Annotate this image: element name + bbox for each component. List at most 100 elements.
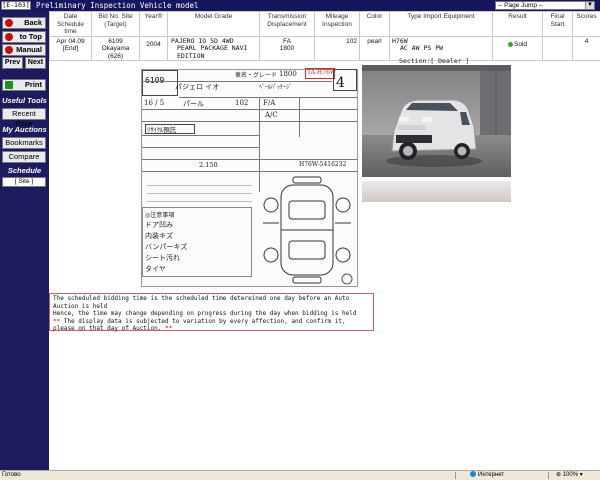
zoom-control[interactable]: ⊕ 100% ▾	[556, 471, 583, 480]
cell-transmission: FA 1800	[259, 35, 315, 61]
notice-line-3: ** The display data is subjected to vari…	[53, 318, 370, 333]
manual-icon	[5, 46, 13, 54]
sheet-recycle: 2.150	[199, 161, 218, 169]
header-type: Type Import Equipment	[389, 11, 493, 37]
sheet-displacement: 1800	[279, 70, 297, 78]
recent-price-link[interactable]: Recent Price	[2, 108, 46, 128]
manual-button[interactable]: Manual	[2, 44, 46, 56]
schedule-heading: Schedule	[7, 166, 42, 175]
car-diagram-icon	[263, 176, 353, 285]
useful-tools-heading: Useful Tools	[2, 96, 47, 105]
sheet-mileage-hw: 102	[235, 99, 249, 107]
equipment-value: AC AW PS PW	[400, 44, 444, 52]
notice-line-2: Hence, the time may change depending on …	[53, 310, 357, 317]
header-date: Date Schedule time	[49, 11, 92, 37]
result-value: Sold	[513, 40, 527, 48]
prev-button[interactable]: Prev	[2, 57, 23, 69]
sheet-line-1: ドア凹み	[145, 221, 173, 229]
page-jump-value: -- Page Jump --	[498, 2, 544, 9]
back-button[interactable]: Back	[2, 17, 46, 29]
cell-model: PAJERO IO 5D 4WD PEARL PACKAGE NAVI EDIT…	[167, 35, 260, 61]
status-zone-label: Интернет	[478, 472, 505, 478]
page-title: Preliminary Inspection Vehicle model	[36, 1, 199, 10]
cell-color: pearl	[359, 35, 390, 61]
vehicle-photo-icon	[362, 65, 511, 177]
cell-bid: 6109 Okayama (626)	[91, 35, 140, 61]
section-label: Section:[ Dealer ]	[399, 57, 470, 65]
browser-status-bar: Готово Интернет ⊕ 100% ▾	[0, 470, 600, 480]
screen-code: [E-103]	[1, 1, 31, 10]
bookmarks-link[interactable]: Bookmarks	[2, 137, 46, 149]
sheet-date-hw: 16 / 5	[144, 99, 165, 107]
sheet-chassis: TA-H76W	[307, 69, 337, 76]
sheet-model-line: 車名・グレード	[235, 72, 278, 79]
sheet-line-5: タイヤ	[145, 265, 166, 273]
chevron-down-icon: ▾	[578, 472, 583, 478]
color-value: pearl	[367, 37, 382, 45]
notice-box: The scheduled bidding time is the schedu…	[49, 293, 374, 333]
cell-year: 2004	[139, 35, 168, 61]
transmission-value: FA	[283, 37, 291, 45]
sheet-remarks-title: ◎注意事項	[145, 212, 175, 219]
page-jump-select[interactable]: -- Page Jump -- ▼	[495, 1, 595, 10]
compare-link[interactable]: Compare	[2, 151, 46, 163]
back-label: Back	[24, 18, 42, 27]
header-final: Final Start	[542, 11, 573, 37]
auction-sheet-image[interactable]: 6109 車名・グレード 1800 TA-H76W 4 パジェロ イオ ﾍﾟｰﾙ…	[139, 67, 360, 289]
sheet-grade: 4	[336, 75, 345, 91]
table-row: Apr 04.09 [End] 6109 Okayama (626) 2004 …	[49, 35, 600, 61]
to-top-label: to Top	[19, 32, 42, 41]
cell-date: Apr 04.09 [End]	[49, 35, 92, 61]
vehicle-photo-thumbnail[interactable]	[362, 181, 511, 202]
header-scores: Scores	[572, 11, 600, 37]
result-badge: Sold	[494, 38, 542, 49]
print-button[interactable]: Print	[2, 79, 46, 91]
header-bid-no: Bid No. Site (Target)	[91, 11, 140, 37]
site-value: Okayama	[101, 45, 130, 52]
schedule-site-link[interactable]: [ Site ]	[2, 177, 46, 187]
target-value: (626)	[107, 52, 124, 60]
header-result: Result	[492, 11, 543, 37]
sheet-trans-hw: F/A	[263, 99, 276, 107]
status-ready: Готово	[2, 472, 21, 478]
sheet-line-2: 内装キズ	[145, 232, 173, 240]
lot-table: Date Schedule time Bid No. Site (Target)…	[49, 11, 600, 61]
sheet-remark-hw: ﾍﾟｰﾙﾊﾟｯｹｰｼﾞ	[259, 84, 293, 91]
sheet-ac-hw: A/C	[265, 111, 278, 119]
header-transmission: Transmission Displacement	[259, 11, 315, 37]
sold-dot-icon	[507, 41, 513, 47]
sheet-type-hw: ﾘｻｲｸﾙ預託	[147, 126, 177, 134]
mileage-value: 102	[346, 37, 357, 45]
header-mileage: Mileage Inspection	[314, 11, 360, 37]
manual-label: Manual	[16, 45, 42, 54]
header-model: Model Grade	[167, 11, 260, 37]
vehicle-photo[interactable]	[362, 65, 511, 177]
cell-final	[542, 35, 573, 61]
next-button[interactable]: Next	[25, 57, 46, 69]
print-label: Print	[24, 80, 42, 89]
notice-line-1: The scheduled bidding time is the schedu…	[53, 295, 350, 310]
sheet-color-hw: パール	[183, 100, 204, 108]
grade-value: PEARL PACKAGE NAVI EDITION	[177, 44, 248, 60]
up-icon	[5, 33, 13, 41]
header-color: Color	[359, 11, 390, 37]
year-value: 2004	[146, 40, 161, 48]
scores-value: 4	[584, 37, 589, 45]
globe-icon	[470, 471, 476, 477]
sheet-line-3: バンパーキズ	[145, 243, 188, 251]
zoom-value: 100%	[562, 472, 579, 478]
chevron-down-icon[interactable]: ▼	[585, 2, 594, 9]
sheet-serial: H76W-5416232	[299, 161, 347, 168]
notice-line-3-text: The display data is subjected to variati…	[53, 317, 346, 333]
back-icon	[5, 19, 13, 27]
notice-mark-end: **	[164, 325, 173, 332]
sheet-model-hw: パジェロ イオ	[175, 83, 220, 91]
to-top-button[interactable]: to Top	[2, 31, 46, 43]
header-year: Year®	[139, 11, 168, 37]
displacement-value: 1800	[279, 45, 295, 52]
status-value: [End]	[62, 45, 79, 52]
sheet-line-4: シート汚れ	[145, 254, 180, 262]
cell-scores: 4	[572, 35, 600, 61]
table-header-row: Date Schedule time Bid No. Site (Target)…	[49, 11, 600, 37]
sidebar: Back to Top Manual Prev Next Print Usefu…	[0, 11, 49, 470]
